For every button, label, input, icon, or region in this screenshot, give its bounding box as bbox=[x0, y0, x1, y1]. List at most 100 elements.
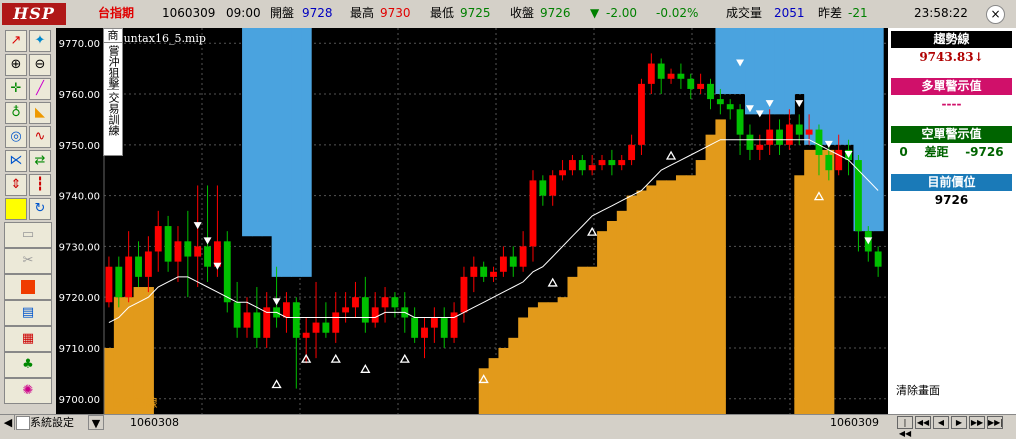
candle-body bbox=[154, 226, 162, 252]
buy-marker bbox=[399, 353, 410, 363]
trend-label: 趨勢線 bbox=[891, 31, 1012, 48]
color-swatch-icon[interactable] bbox=[5, 198, 27, 220]
left-date: 1060308 bbox=[130, 416, 179, 429]
dropdown-icon[interactable]: ▼ bbox=[88, 415, 104, 430]
zoom-in-icon[interactable]: ⊕ bbox=[5, 54, 27, 76]
lower-band-bar bbox=[715, 119, 726, 414]
lower-band-bar bbox=[606, 221, 618, 414]
refresh-icon[interactable]: ↻ bbox=[29, 198, 51, 220]
lower-band-bar bbox=[666, 180, 677, 414]
lower-band-bar bbox=[616, 210, 628, 414]
unlock-icon[interactable]: ♁ bbox=[5, 102, 27, 124]
lower-band-bar bbox=[587, 266, 598, 414]
close-button[interactable]: × bbox=[986, 5, 1005, 24]
nav-next-button[interactable]: ▶ bbox=[951, 416, 967, 429]
lower-band-bar bbox=[133, 287, 145, 414]
candle-body bbox=[470, 266, 478, 277]
short-warn-value: 0 差距 -9726 bbox=[899, 145, 1004, 159]
candle-body bbox=[509, 256, 517, 267]
candle-body bbox=[805, 129, 813, 135]
lower-band-bar bbox=[488, 358, 500, 414]
burst-icon[interactable]: ✺ bbox=[4, 378, 52, 404]
lower-band-bar bbox=[528, 307, 539, 414]
settings-checkbox[interactable] bbox=[16, 416, 30, 430]
candle-body bbox=[322, 322, 330, 333]
candle-body bbox=[223, 241, 231, 303]
buy-marker bbox=[330, 353, 341, 363]
low-value: 9725 bbox=[460, 6, 491, 20]
candle-body bbox=[381, 297, 389, 308]
lower-band-bar bbox=[675, 175, 687, 414]
pencil-icon[interactable]: ╱ bbox=[29, 78, 51, 100]
candle-body bbox=[776, 129, 783, 145]
side-menu-item-scalp[interactable]: 嘗沖狙擊 bbox=[107, 45, 120, 90]
crosshair-icon[interactable]: ✛ bbox=[5, 78, 27, 100]
yday-diff-label: 昨差 bbox=[818, 6, 843, 20]
candle-body bbox=[184, 241, 192, 257]
nav-last-button[interactable]: ▶▶| bbox=[987, 416, 1003, 429]
lower-band-bar bbox=[636, 190, 647, 414]
pointer-icon[interactable]: ✦ bbox=[29, 30, 51, 52]
candles-icon[interactable]: ┇ bbox=[29, 174, 51, 196]
lower-band-bar bbox=[498, 347, 509, 414]
y-tick-label: 9750.00 bbox=[59, 141, 100, 152]
buy-marker bbox=[271, 379, 282, 389]
lower-band-bar bbox=[597, 231, 608, 414]
candle-body bbox=[835, 149, 843, 171]
lower-band-bar bbox=[567, 276, 578, 414]
upper-band-bar bbox=[784, 28, 795, 115]
side-menu-item-shang[interactable]: 商 bbox=[104, 30, 122, 43]
candle-body bbox=[638, 83, 645, 145]
ruler-icon[interactable]: ◣ bbox=[29, 102, 51, 124]
nav-first-button[interactable]: |◀◀ bbox=[897, 416, 913, 438]
candle-body bbox=[736, 109, 744, 135]
stop-icon[interactable] bbox=[4, 274, 52, 300]
candle-body bbox=[430, 317, 438, 328]
buy-marker bbox=[587, 226, 598, 236]
settings-button[interactable]: 系統設定 bbox=[30, 415, 74, 430]
price-chart[interactable]: 9770.00 9760.00 9750.00 9740.00 9730.00 9720.… bbox=[56, 28, 888, 414]
updown-icon[interactable]: ⇕ bbox=[5, 174, 27, 196]
candle-body bbox=[549, 175, 557, 196]
pair-icon[interactable]: ♣ bbox=[4, 352, 52, 378]
candle-body bbox=[342, 307, 350, 313]
lower-band-bar bbox=[537, 302, 549, 414]
wave-icon[interactable]: ∿ bbox=[29, 126, 51, 148]
clear-screen-link[interactable]: 清除畫面 bbox=[896, 382, 940, 398]
down-arrow-icon: ▼ bbox=[590, 6, 600, 20]
candle-body bbox=[312, 322, 320, 333]
signal-bands bbox=[104, 28, 884, 414]
trend-line-icon[interactable]: ↗ bbox=[5, 30, 27, 52]
nav-prev-page-button[interactable]: ◀◀ bbox=[915, 416, 931, 429]
upper-band-bar bbox=[833, 28, 845, 145]
fan-icon[interactable]: ⋉ bbox=[5, 150, 27, 172]
long-warn-value: ---- bbox=[941, 97, 962, 111]
buy-marker bbox=[547, 277, 558, 287]
arrow-left-icon[interactable]: ◀ bbox=[2, 415, 15, 430]
yday-diff-value: -21 bbox=[848, 6, 868, 20]
lower-band-bar bbox=[823, 149, 835, 414]
nav-next-page-button[interactable]: ▶▶ bbox=[969, 416, 985, 429]
lower-band-bar bbox=[104, 347, 115, 414]
sell-marker bbox=[272, 298, 281, 306]
upper-band-bar bbox=[774, 28, 786, 115]
zoom-out-icon[interactable]: ⊖ bbox=[29, 54, 51, 76]
nav-prev-button[interactable]: ◀ bbox=[933, 416, 949, 429]
exchange-icon[interactable]: ✂ bbox=[4, 248, 52, 274]
short-warn-label: 空單警示值 bbox=[891, 126, 1012, 143]
lower-band-bar bbox=[143, 287, 154, 414]
candle-body bbox=[874, 251, 882, 267]
buy-marker bbox=[360, 363, 371, 373]
candle-body bbox=[707, 83, 714, 100]
folder-icon[interactable]: ▭ bbox=[4, 222, 52, 248]
side-menu-item-training[interactable]: 交易訓練 bbox=[107, 92, 120, 136]
screen-icon[interactable]: ▤ bbox=[4, 300, 52, 326]
y-tick-label: 9700.00 bbox=[59, 395, 100, 406]
upper-band-bar bbox=[745, 28, 756, 115]
indicator-icon[interactable]: ◎ bbox=[5, 126, 27, 148]
high-label: 最高 bbox=[350, 6, 375, 20]
swap-icon[interactable]: ⇄ bbox=[29, 150, 51, 172]
grid-chart-icon[interactable]: ▦ bbox=[4, 326, 52, 352]
candle-body bbox=[421, 327, 428, 338]
sell-marker bbox=[203, 237, 212, 245]
